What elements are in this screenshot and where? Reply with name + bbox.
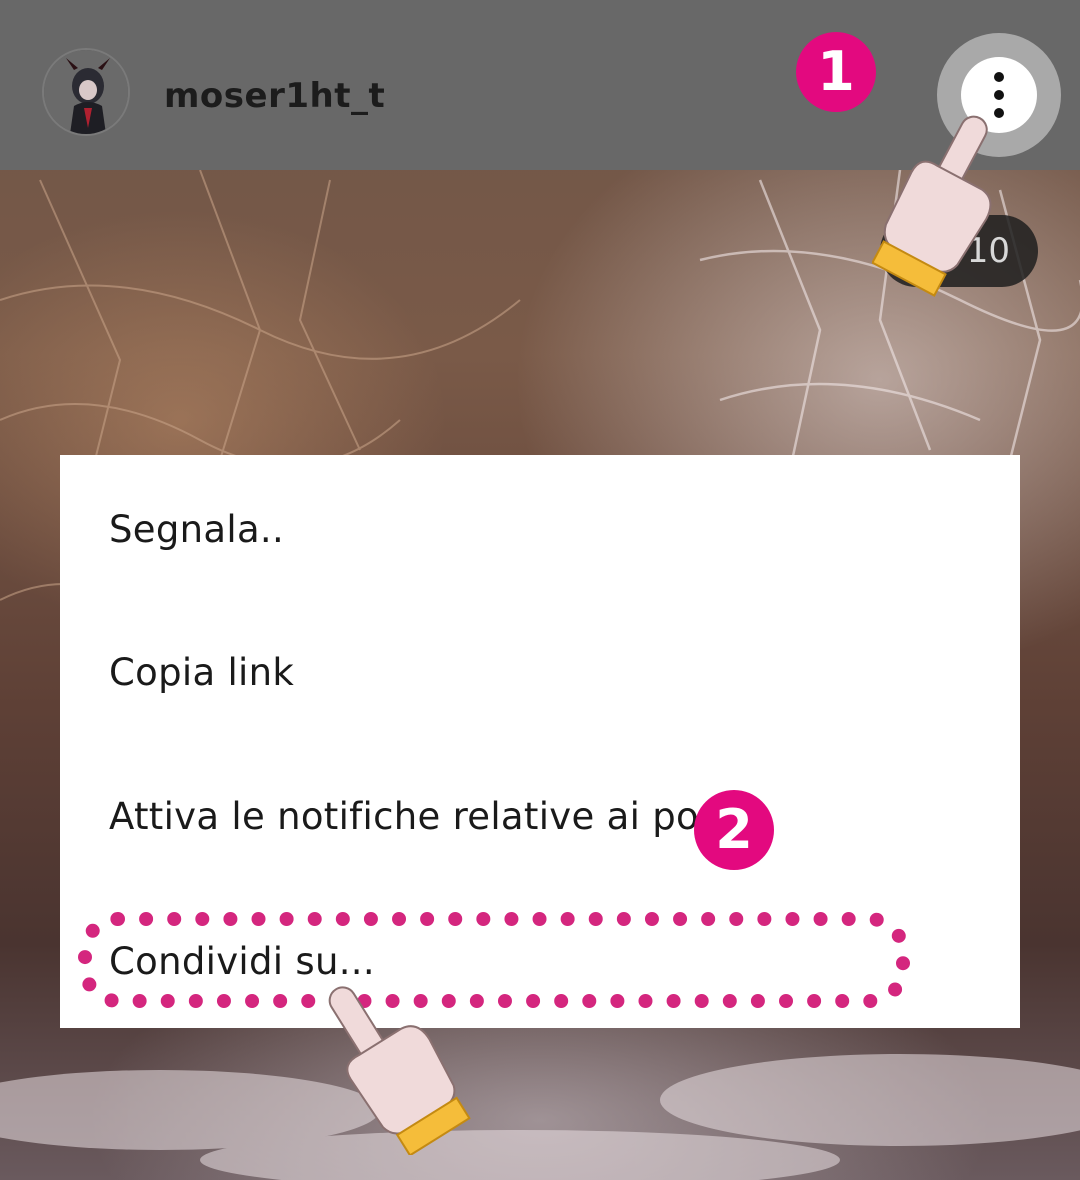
step-1-badge: 1 <box>796 32 876 112</box>
menu-item-notifications[interactable]: Attiva le notifiche relative ai post <box>109 795 699 838</box>
menu-item-copy-link[interactable]: Copia link <box>109 651 294 694</box>
step-2-badge: 2 <box>694 790 774 870</box>
menu-item-report[interactable]: Segnala.. <box>109 508 284 551</box>
username[interactable]: moser1ht_t <box>164 76 385 116</box>
pointing-hand-icon <box>328 986 471 1155</box>
avatar-icon <box>44 50 128 134</box>
share-highlight-outline <box>78 912 910 1008</box>
pointing-hand-icon <box>872 115 992 297</box>
user-avatar[interactable] <box>42 48 130 136</box>
